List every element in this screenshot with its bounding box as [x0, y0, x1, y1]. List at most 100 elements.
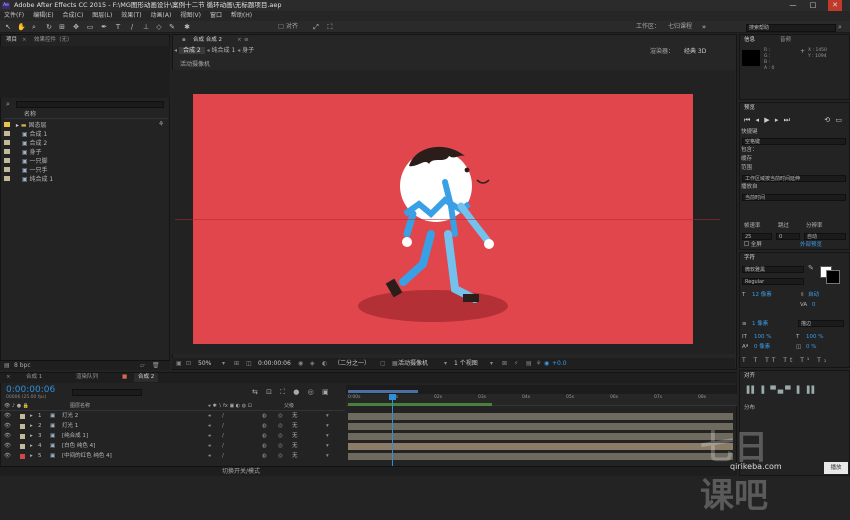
tab-info[interactable]: 信息 — [744, 36, 755, 45]
timeline-close-icon[interactable]: × — [6, 373, 11, 382]
flowchart-toggle-icon[interactable]: ⚘ — [536, 358, 541, 369]
list-item[interactable]: ▸ ▬ 固态层 — [4, 121, 154, 130]
visibility-eye-icon[interactable]: 👁 — [4, 422, 11, 431]
comp-lock-icon[interactable]: ▪ — [182, 36, 186, 45]
3d-layer-switch-icon[interactable]: ◍ — [262, 442, 267, 451]
font-size-value[interactable]: 12 像素 — [752, 291, 772, 300]
tab-render-queue[interactable]: 渲染队列 — [76, 373, 98, 382]
timeline-layer-row[interactable]: 👁 ▸ 2 ▣ 灯光 1 ⚹ ∕ ◍ ◎ 无 ▾ — [0, 422, 345, 431]
eyedropper-icon[interactable]: ✎ — [808, 264, 814, 272]
current-time-display[interactable]: 0:00:00:06 — [258, 358, 291, 369]
range-select[interactable]: 工作区域按当前时间延伸 — [742, 175, 846, 182]
parent-dropdown-icon[interactable]: ▾ — [326, 422, 329, 431]
breadcrumb-back-icon[interactable]: ◂ — [174, 47, 177, 54]
list-item[interactable]: ▣ 合成 1 — [4, 130, 154, 139]
horizontal-scale-value[interactable]: 100 % — [806, 333, 823, 342]
visibility-eye-icon[interactable]: 👁 — [4, 452, 11, 461]
quality-switch-icon[interactable]: ∕ — [222, 432, 224, 441]
minimize-button[interactable]: — — [786, 0, 800, 11]
pan-behind-tool-icon[interactable]: ✥ — [72, 23, 80, 31]
align-buttons[interactable]: ▐▌▐ ▀▄▀ ▌▐▌ — [744, 386, 844, 406]
stroke-width-value[interactable]: 1 像素 — [752, 320, 768, 329]
timeline-layer-row[interactable]: 👁 ▸ 3 ▣ [纯合成 1] ⚹ ∕ ◍ ◎ 无 ▾ — [0, 432, 345, 441]
shy-switch-icon[interactable]: ⚹ — [208, 432, 211, 441]
tab-comp-1[interactable]: 合成 1 — [26, 373, 42, 382]
work-area-bar[interactable] — [348, 403, 492, 406]
view-layout-dropdown-icon[interactable]: ▾ — [490, 358, 493, 369]
list-item[interactable]: ▣ 合成 2 — [4, 139, 154, 148]
new-folder-icon[interactable]: ▱ — [140, 361, 145, 370]
shy-switch-icon[interactable]: ⚹ — [208, 412, 211, 421]
first-frame-icon[interactable]: ⏮ — [744, 116, 750, 124]
close-button[interactable]: ✕ — [828, 0, 842, 11]
last-frame-icon[interactable]: ⏭ — [784, 116, 790, 124]
mask-icon[interactable]: ◫ — [246, 358, 252, 369]
tab-project[interactable]: 项目 — [6, 36, 17, 45]
tracking-value[interactable]: 0 — [812, 301, 816, 310]
tab-character[interactable]: 字符 — [744, 254, 755, 263]
snap-checkbox-icon[interactable]: ☐ — [277, 23, 285, 31]
label-color-swatch[interactable] — [20, 424, 25, 429]
stroke-color-swatch[interactable] — [826, 270, 840, 284]
layer-name[interactable]: 灯光 1 — [62, 422, 78, 431]
menu-edit[interactable]: 编辑(E) — [33, 12, 53, 19]
project-tab-close-icon[interactable]: × — [22, 36, 27, 45]
layer-name[interactable]: [中间的红色 纯色 4] — [62, 452, 112, 461]
visibility-eye-icon[interactable]: 👁 — [4, 412, 11, 421]
fast-preview-icon[interactable]: ⚡ — [514, 358, 518, 369]
3d-layer-switch-icon[interactable]: ◍ — [262, 432, 267, 441]
camera-tool-icon[interactable]: ⊞ — [58, 23, 66, 31]
prev-frame-icon[interactable]: ◂ — [756, 116, 760, 124]
3d-layer-switch-icon[interactable]: ◍ — [262, 412, 267, 421]
roto-tool-icon[interactable]: ✎ — [168, 23, 176, 31]
tab-audio[interactable]: 音频 — [780, 36, 791, 45]
layer-duration-bar[interactable] — [348, 453, 733, 460]
tab-align[interactable]: 对齐 — [744, 372, 755, 381]
parent-pickwhip-icon[interactable]: ◎ — [278, 432, 283, 441]
menu-view[interactable]: 视图(V) — [180, 12, 201, 19]
renderer-select[interactable]: 经典 3D — [684, 47, 706, 56]
label-color-swatch[interactable] — [20, 454, 25, 459]
parent-select[interactable]: 无 — [292, 452, 298, 461]
quality-switch-icon[interactable]: ∕ — [222, 412, 224, 421]
label-color-swatch[interactable] — [20, 434, 25, 439]
menu-help[interactable]: 帮助(H) — [231, 12, 252, 19]
shy-switch-icon[interactable]: ⚹ — [208, 452, 211, 461]
shortcut-select[interactable]: 空格键 — [742, 138, 846, 145]
show-snapshot-icon[interactable]: ◈ — [310, 358, 315, 369]
font-family-select[interactable]: 微软雅黑 — [742, 266, 804, 273]
label-color-swatch[interactable] — [20, 414, 25, 419]
vertical-scale-value[interactable]: 100 % — [754, 333, 771, 342]
project-search-icon[interactable]: ⌕ — [6, 100, 14, 108]
framerate-select[interactable]: 25 — [742, 233, 772, 240]
resolution-select[interactable]: （二分之一） — [334, 358, 370, 369]
layer-name[interactable]: 灯光 2 — [62, 412, 78, 421]
loop-icon[interactable]: ⟲ — [824, 116, 830, 124]
layer-duration-bar[interactable] — [348, 433, 733, 440]
layer-duration-bar[interactable] — [348, 413, 733, 420]
view-layout-select[interactable]: 1 个视图 — [454, 358, 478, 369]
menu-animation[interactable]: 动画(A) — [151, 12, 172, 19]
selection-tool-icon[interactable]: ↖ — [4, 23, 12, 31]
zoom-select[interactable]: 50% — [198, 358, 211, 369]
layer-duration-bar[interactable] — [348, 423, 733, 430]
brush-tool-icon[interactable]: ∕ — [128, 23, 136, 31]
quality-switch-icon[interactable]: ∕ — [222, 422, 224, 431]
stroke-type-select[interactable]: 描边 — [798, 320, 844, 327]
timeline-layer-row[interactable]: 👁 ▸ 5 ▣ [中间的红色 纯色 4] ⚹ ∕ ◍ ◎ 无 ▾ — [0, 452, 345, 461]
channel-icon[interactable]: ◐ — [322, 358, 327, 369]
parent-select[interactable]: 无 — [292, 422, 298, 431]
menu-composition[interactable]: 合成(C) — [62, 12, 83, 19]
3d-view-select[interactable]: 活动摄像机 — [398, 358, 428, 369]
parent-pickwhip-icon[interactable]: ◎ — [278, 412, 283, 421]
expand-arrow-icon[interactable]: ▸ — [30, 412, 33, 421]
menu-window[interactable]: 窗口 — [210, 12, 222, 19]
workspace-select[interactable]: 七归课程 — [668, 22, 692, 32]
tsume-value[interactable]: 0 % — [806, 343, 816, 352]
play-overlay-button[interactable]: 播放 — [824, 462, 848, 474]
parent-select[interactable]: 无 — [292, 432, 298, 441]
visibility-eye-icon[interactable]: 👁 — [4, 442, 11, 451]
visibility-eye-icon[interactable]: 👁 — [4, 432, 11, 441]
list-item[interactable]: ▣ 一只脚 — [4, 157, 154, 166]
maximize-button[interactable]: □ — [806, 0, 820, 11]
